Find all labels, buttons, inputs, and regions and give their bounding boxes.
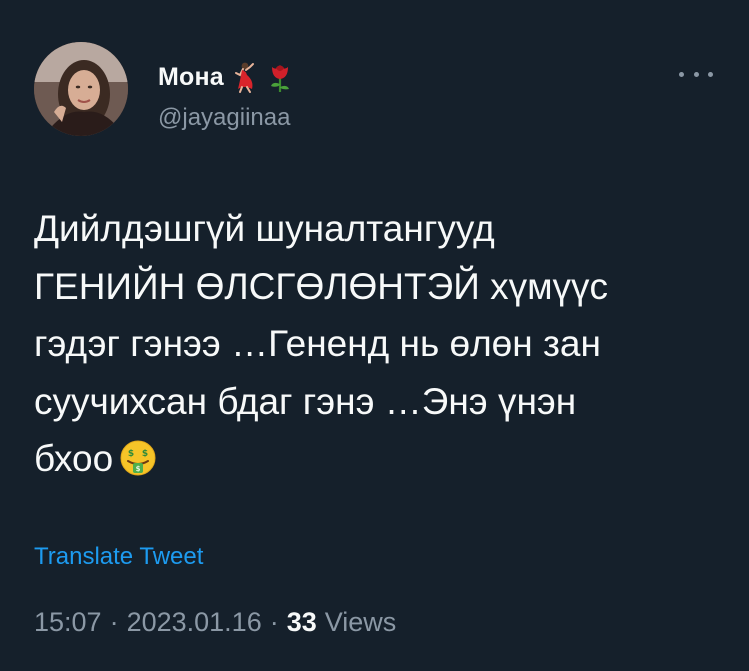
meta-separator: · [269,607,279,637]
avatar[interactable] [34,42,128,136]
meta-separator: · [109,607,119,637]
tweet-date[interactable]: 2023.01.16 [127,607,262,638]
svg-text:$: $ [136,465,141,473]
tweet-time[interactable]: 15:07 [34,607,102,638]
author-display-name[interactable]: Мона [158,63,224,92]
avatar-photo [34,42,128,136]
tweet-text: Дийлдэшгүй шуналтангууд ГЕНИЙН ӨЛСГӨЛӨНТ… [34,200,724,488]
views-label[interactable]: Views [325,607,397,638]
author-name-row[interactable]: Мона [158,60,296,94]
more-dot [679,71,684,77]
more-options-icon[interactable] [679,68,713,80]
more-dot [693,71,699,77]
svg-text:$: $ [142,449,148,459]
dancer-icon [228,61,260,93]
views-count[interactable]: 33 [287,607,317,638]
money-mouth-face-icon: $ $ $ [119,436,157,476]
svg-text:$: $ [128,449,134,459]
tweet-meta: 15:07 · 2023.01.16 · 33 Views [34,607,396,638]
translate-tweet-link[interactable]: Translate Tweet [34,543,203,571]
more-dot [708,71,713,77]
rose-icon [264,61,296,93]
tweet-card: Мона @jayagiinaa Дийлдэшгүй шуналтангууд… [0,0,749,671]
author-handle[interactable]: @jayagiinaa [158,104,290,132]
